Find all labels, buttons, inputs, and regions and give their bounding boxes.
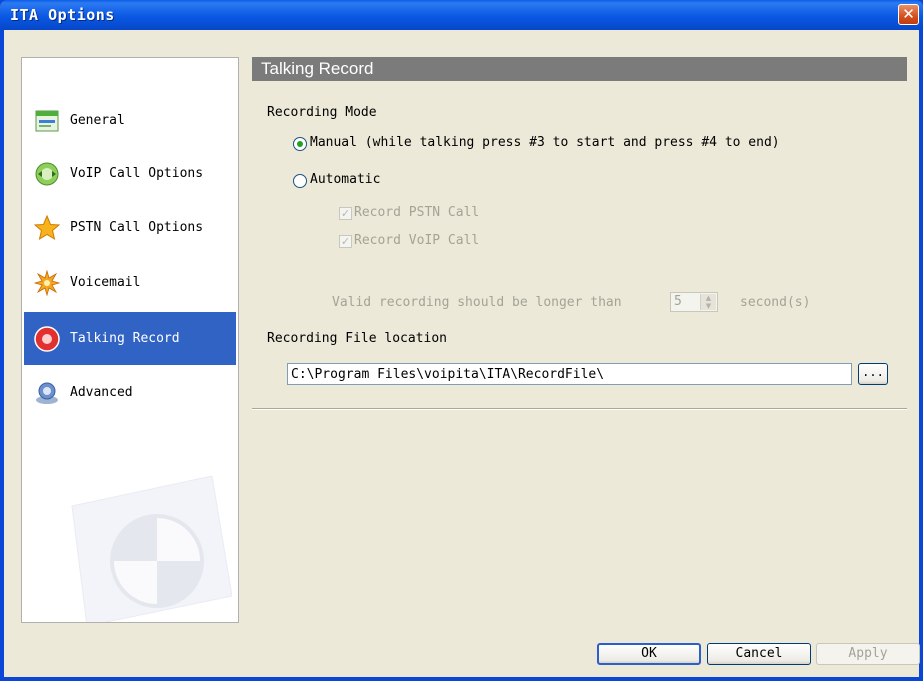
sidebar-item-label: PSTN Call Options	[70, 220, 204, 235]
record-pstn-checkbox[interactable]: ✓	[339, 207, 352, 220]
valid-length-label: Valid recording should be longer than	[332, 295, 622, 310]
record-pstn-label: Record PSTN Call	[354, 205, 480, 220]
sidebar-item-label: Talking Record	[70, 331, 180, 346]
sidebar-item-label: Advanced	[70, 385, 133, 400]
valid-length-unit: second(s)	[740, 295, 811, 310]
sidebar-item-pstn-call-options[interactable]: PSTN Call Options	[24, 201, 236, 254]
browse-button[interactable]: ...	[858, 363, 888, 385]
options-dialog: ITA Options ✕ General VoIP Call Options …	[0, 0, 923, 681]
automatic-radio-label[interactable]: Automatic	[310, 172, 380, 187]
voip-call-icon	[35, 162, 59, 185]
ok-button[interactable]: OK	[597, 643, 701, 665]
cancel-button[interactable]: Cancel	[707, 643, 811, 665]
sidebar-item-voicemail[interactable]: Voicemail	[24, 256, 236, 309]
record-voip-checkbox[interactable]: ✓	[339, 235, 352, 248]
window-title: ITA Options	[10, 6, 115, 24]
apply-button[interactable]: Apply	[816, 643, 920, 665]
manual-radio[interactable]	[293, 137, 307, 151]
automatic-radio[interactable]	[293, 174, 307, 188]
options-sidebar: General VoIP Call Options PSTN Call Opti…	[21, 57, 239, 623]
sidebar-item-advanced[interactable]: Advanced	[24, 366, 236, 419]
valid-length-value: 5	[674, 294, 682, 309]
voicemail-icon	[34, 269, 60, 296]
watermark-logo-icon	[71, 476, 232, 622]
sidebar-item-label: General	[70, 113, 125, 128]
record-icon	[34, 325, 60, 352]
file-location-input[interactable]	[287, 363, 852, 385]
file-location-label: Recording File location	[267, 331, 448, 346]
advanced-icon	[36, 382, 58, 404]
sidebar-item-voip-call-options[interactable]: VoIP Call Options	[24, 147, 236, 200]
valid-length-spinner[interactable]: 5 ▲ ▼	[670, 292, 718, 312]
close-icon: ✕	[902, 5, 915, 23]
sidebar-item-general[interactable]: General	[24, 94, 236, 147]
spinner-arrows-icon[interactable]: ▲ ▼	[700, 294, 716, 310]
recording-mode-label: Recording Mode	[267, 105, 377, 120]
star-icon	[34, 214, 60, 240]
close-button[interactable]: ✕	[898, 4, 919, 25]
sidebar-item-label: VoIP Call Options	[70, 166, 204, 181]
record-voip-label: Record VoIP Call	[354, 233, 480, 248]
sidebar-item-label: Voicemail	[70, 275, 141, 290]
separator	[252, 408, 907, 410]
dialog-client-area: General VoIP Call Options PSTN Call Opti…	[4, 30, 920, 677]
title-bar[interactable]: ITA Options ✕	[0, 0, 923, 30]
section-title: Talking Record	[252, 57, 907, 81]
sidebar-item-talking-record[interactable]: Talking Record	[24, 312, 236, 365]
talking-record-panel: Talking Record Recording Mode Manual (wh…	[252, 57, 907, 397]
manual-radio-label[interactable]: Manual (while talking press #3 to start …	[310, 135, 780, 150]
general-settings-icon	[35, 110, 59, 131]
